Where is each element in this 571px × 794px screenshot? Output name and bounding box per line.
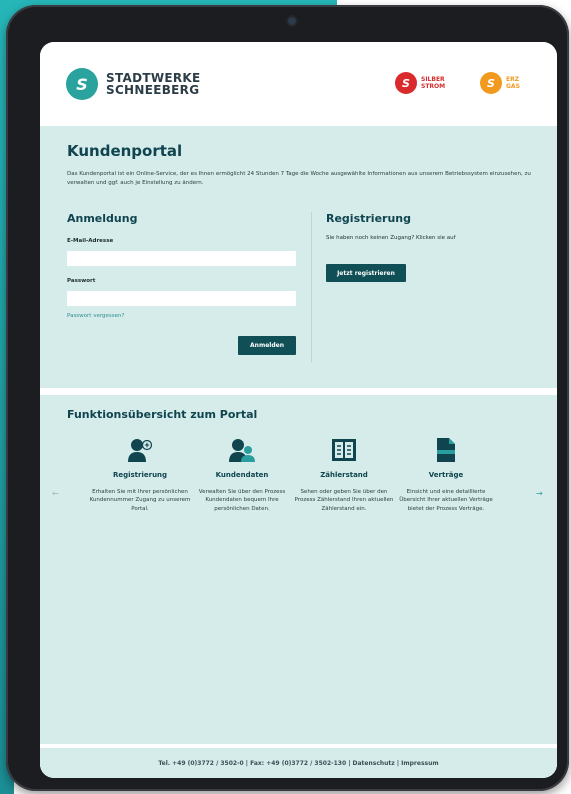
silberstrom-line1: SILBER <box>421 76 445 83</box>
erzgas-line2: GAS <box>506 83 520 90</box>
user-add-icon <box>89 437 191 463</box>
feature-desc: Erhalten Sie mit Ihrer persönlichen Kund… <box>89 489 191 512</box>
erzgas-line1: ERZ <box>506 76 520 83</box>
section-divider-band <box>40 388 557 395</box>
brand-name-line2: SCHNEEBERG <box>106 83 200 97</box>
feature-name: Registrierung <box>112 471 168 479</box>
portal-intro-text: Das Kundenportal ist ein Online-Service,… <box>67 171 531 186</box>
forgot-password-link[interactable]: Passwort vergessen? <box>67 313 124 319</box>
page-title: Kundenportal <box>67 142 183 160</box>
camera-icon <box>288 17 296 25</box>
brand-logo-link[interactable]: S STADTWERKE SCHNEEBERG <box>66 68 201 100</box>
email-label: E-Mail-Adresse <box>67 238 114 244</box>
features-heading: Funktionsübersicht zum Portal <box>67 408 258 421</box>
password-field[interactable] <box>67 291 296 306</box>
brand-name: STADTWERKE SCHNEEBERG <box>106 72 201 96</box>
erzgas-logo-icon: S <box>480 72 502 94</box>
login-heading: Anmeldung <box>67 212 138 225</box>
vertical-divider <box>311 212 312 362</box>
site-header: S STADTWERKE SCHNEEBERG S SILBER STROM S… <box>40 42 557 126</box>
login-button[interactable]: Anmelden <box>238 336 296 355</box>
tablet-screen: S STADTWERKE SCHNEEBERG S SILBER STROM S… <box>40 42 557 778</box>
tablet-frame: S STADTWERKE SCHNEEBERG S SILBER STROM S… <box>6 5 569 791</box>
users-icon <box>191 437 293 463</box>
feature-card: Zählerstand Sehen oder geben Sie über de… <box>293 437 395 513</box>
feature-name: Verträge <box>428 471 464 479</box>
footer-text: Tel. +49 (0)3772 / 3502-0 | Fax: +49 (0)… <box>40 748 557 778</box>
feature-desc: Verwalten Sie über den Prozess Kundendat… <box>198 489 286 512</box>
register-text: Sie haben noch keinen Zugang? Klicken si… <box>326 235 456 241</box>
site-footer: Tel. +49 (0)3772 / 3502-0 | Fax: +49 (0)… <box>40 744 557 778</box>
carousel-next-arrow-icon[interactable]: → <box>536 489 543 498</box>
feature-name: Kundendaten <box>215 471 269 479</box>
silberstrom-logo-icon: S <box>395 72 417 94</box>
feature-card: Verträge Einsicht und eine detaillierte … <box>395 437 497 513</box>
password-label: Passwort <box>67 278 96 284</box>
register-button[interactable]: Jetzt registrieren <box>326 264 406 282</box>
meter-icon <box>293 437 395 463</box>
feature-desc: Sehen oder geben Sie über den Prozess Zä… <box>294 489 394 512</box>
silberstrom-logo[interactable]: S SILBER STROM <box>395 72 445 94</box>
silberstrom-line2: STROM <box>421 83 446 90</box>
erzgas-logo[interactable]: S ERZ GAS <box>480 72 520 94</box>
email-field[interactable] <box>67 251 296 266</box>
feature-card: Registrierung Erhalten Sie mit Ihrer per… <box>89 437 191 513</box>
stadtwerke-logo-icon: S <box>66 68 98 100</box>
feature-desc: Einsicht und eine detaillierte Übersicht… <box>399 489 493 512</box>
document-icon <box>395 437 497 463</box>
carousel-prev-arrow-icon[interactable]: ← <box>52 489 59 498</box>
feature-name: Zählerstand <box>320 471 368 479</box>
register-heading: Registrierung <box>326 212 411 225</box>
feature-card: Kundendaten Verwalten Sie über den Proze… <box>191 437 293 513</box>
